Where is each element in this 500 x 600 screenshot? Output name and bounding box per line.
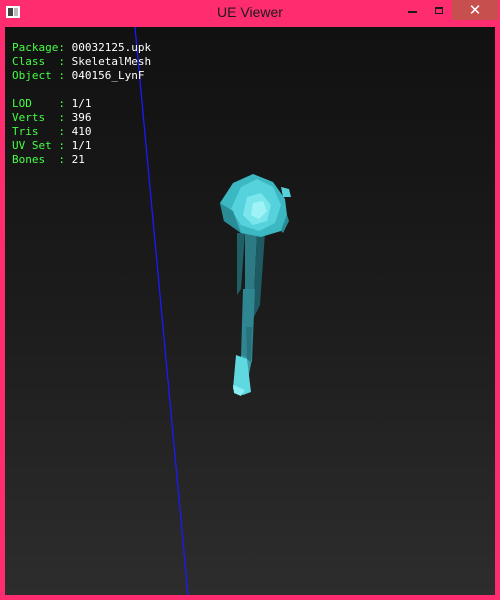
mesh-info-overlay: Package: 00032125.upk Class : SkeletalMe… (12, 41, 151, 167)
maximize-icon (435, 6, 443, 14)
info-tris: Tris : 410 (12, 125, 92, 138)
info-bones: Bones : 21 (12, 153, 85, 166)
close-button[interactable]: ✕ (452, 0, 498, 20)
info-object: Object : 040156_LynF (12, 69, 145, 82)
3d-viewport[interactable]: Package: 00032125.upk Class : SkeletalMe… (5, 27, 495, 595)
maximize-button[interactable] (426, 0, 452, 20)
app-window: UE Viewer ✕ Package: 00032125.upk Class … (0, 0, 500, 600)
skeletal-mesh-model (220, 174, 291, 396)
info-uvset: UV Set : 1/1 (12, 139, 92, 152)
close-icon: ✕ (468, 1, 482, 19)
info-lod: LOD : 1/1 (12, 97, 92, 110)
info-class: Class : SkeletalMesh (12, 55, 152, 68)
minimize-button[interactable] (398, 0, 426, 20)
minimize-icon (407, 11, 417, 13)
info-package: Package: 00032125.upk (12, 41, 152, 54)
info-verts: Verts : 396 (12, 111, 92, 124)
title-bar[interactable]: UE Viewer ✕ (0, 0, 500, 26)
